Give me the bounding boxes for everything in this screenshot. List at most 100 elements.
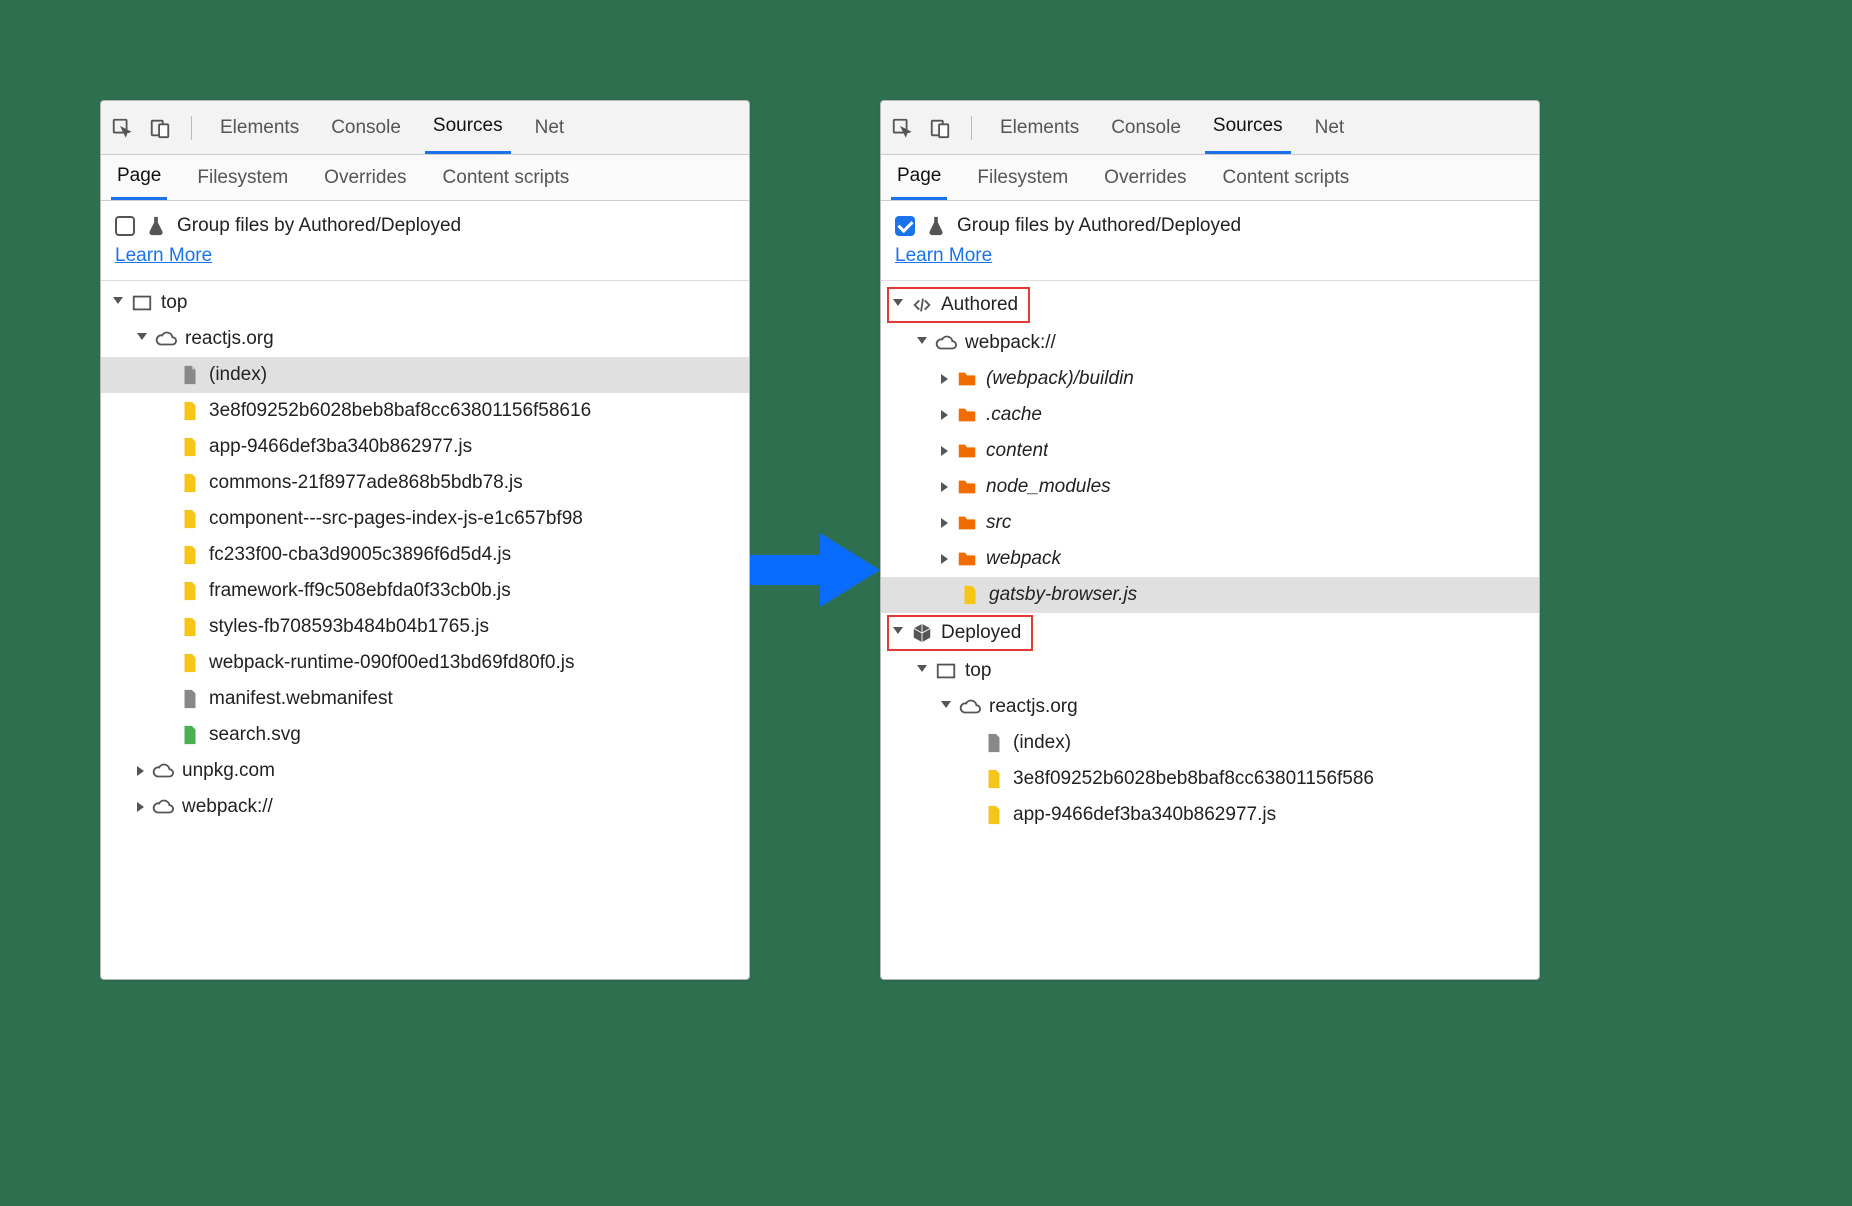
subtab-page[interactable]: Page bbox=[891, 155, 947, 200]
tree-origin-webpack[interactable]: webpack:// bbox=[101, 789, 749, 825]
divider bbox=[191, 116, 192, 140]
subbar: Page Filesystem Overrides Content script… bbox=[101, 155, 749, 201]
tree-file[interactable]: 3e8f09252b6028beb8baf8cc63801156f58616 bbox=[101, 393, 749, 429]
cloud-icon bbox=[935, 332, 957, 354]
disclosure-triangle-icon[interactable] bbox=[137, 766, 144, 776]
tree-file-index[interactable]: (index) bbox=[101, 357, 749, 393]
tree-top[interactable]: top bbox=[881, 653, 1539, 689]
tree-folder[interactable]: (webpack)/buildin bbox=[881, 361, 1539, 397]
learn-more-link[interactable]: Learn More bbox=[115, 245, 212, 266]
tab-sources[interactable]: Sources bbox=[425, 101, 511, 154]
tree-folder[interactable]: .cache bbox=[881, 397, 1539, 433]
tree-origin-webpack[interactable]: webpack:// bbox=[881, 325, 1539, 361]
js-file-icon bbox=[179, 652, 201, 674]
tree-origin-unpkg[interactable]: unpkg.com bbox=[101, 753, 749, 789]
js-file-icon bbox=[179, 472, 201, 494]
inspect-icon[interactable] bbox=[111, 117, 133, 139]
tree-file[interactable]: 3e8f09252b6028beb8baf8cc63801156f586 bbox=[881, 761, 1539, 797]
subtab-content-scripts[interactable]: Content scripts bbox=[437, 155, 576, 200]
subtab-page[interactable]: Page bbox=[111, 155, 167, 200]
disclosure-triangle-icon[interactable] bbox=[137, 802, 144, 812]
frame-icon bbox=[131, 292, 153, 314]
authored-label[interactable]: Authored bbox=[941, 294, 1018, 316]
tab-console[interactable]: Console bbox=[1103, 101, 1189, 154]
device-toggle-icon[interactable] bbox=[149, 117, 171, 139]
tree-file[interactable]: component---src-pages-index-js-e1c657bf9… bbox=[101, 501, 749, 537]
js-file-icon bbox=[179, 544, 201, 566]
disclosure-triangle-icon[interactable] bbox=[137, 333, 147, 345]
subtab-overrides[interactable]: Overrides bbox=[318, 155, 412, 200]
tree-file[interactable]: fc233f00-cba3d9005c3896f6d5d4.js bbox=[101, 537, 749, 573]
disclosure-triangle-icon[interactable] bbox=[917, 665, 927, 677]
subtab-overrides[interactable]: Overrides bbox=[1098, 155, 1192, 200]
disclosure-triangle-icon[interactable] bbox=[941, 446, 948, 456]
disclosure-triangle-icon[interactable] bbox=[941, 374, 948, 384]
group-files-checkbox[interactable] bbox=[115, 216, 135, 236]
tab-network[interactable]: Net bbox=[527, 101, 573, 154]
disclosure-triangle-icon[interactable] bbox=[941, 410, 948, 420]
js-file-icon bbox=[983, 804, 1005, 826]
tree-file-index[interactable]: (index) bbox=[881, 725, 1539, 761]
subtab-filesystem[interactable]: Filesystem bbox=[971, 155, 1074, 200]
tab-elements[interactable]: Elements bbox=[992, 101, 1087, 154]
disclosure-triangle-icon[interactable] bbox=[917, 337, 927, 349]
tree-folder[interactable]: content bbox=[881, 433, 1539, 469]
disclosure-triangle-icon[interactable] bbox=[941, 482, 948, 492]
divider bbox=[971, 116, 972, 140]
tree-origin-reactjs[interactable]: reactjs.org bbox=[881, 689, 1539, 725]
tree-file[interactable]: styles-fb708593b484b04b1765.js bbox=[101, 609, 749, 645]
topbar: Elements Console Sources Net bbox=[101, 101, 749, 155]
tree-top[interactable]: top bbox=[101, 285, 749, 321]
disclosure-triangle-icon[interactable] bbox=[941, 518, 948, 528]
js-file-icon bbox=[179, 508, 201, 530]
tab-sources[interactable]: Sources bbox=[1205, 101, 1291, 154]
learn-more-link[interactable]: Learn More bbox=[895, 245, 992, 266]
file-tree: Authored webpack:// (webpack)/buildin .c… bbox=[881, 281, 1539, 837]
tree-file[interactable]: commons-21f8977ade868b5bdb78.js bbox=[101, 465, 749, 501]
tree-folder[interactable]: node_modules bbox=[881, 469, 1539, 505]
tree-file[interactable]: webpack-runtime-090f00ed13bd69fd80f0.js bbox=[101, 645, 749, 681]
disclosure-triangle-icon[interactable] bbox=[893, 627, 903, 639]
authored-group-highlight: Authored bbox=[887, 287, 1030, 323]
document-icon bbox=[179, 688, 201, 710]
devtools-panel-before: Elements Console Sources Net Page Filesy… bbox=[100, 100, 750, 980]
group-files-label: Group files by Authored/Deployed bbox=[957, 211, 1241, 241]
tree-folder[interactable]: webpack bbox=[881, 541, 1539, 577]
inspect-icon[interactable] bbox=[891, 117, 913, 139]
subtab-content-scripts[interactable]: Content scripts bbox=[1217, 155, 1356, 200]
tree-file[interactable]: app-9466def3ba340b862977.js bbox=[881, 797, 1539, 833]
disclosure-triangle-icon[interactable] bbox=[941, 554, 948, 564]
tree-file-gatsby[interactable]: gatsby-browser.js bbox=[881, 577, 1539, 613]
js-file-icon bbox=[179, 436, 201, 458]
code-icon bbox=[911, 294, 933, 316]
tab-console[interactable]: Console bbox=[323, 101, 409, 154]
tree-file-manifest[interactable]: manifest.webmanifest bbox=[101, 681, 749, 717]
folder-icon bbox=[956, 440, 978, 462]
cloud-icon bbox=[155, 328, 177, 350]
tree-file[interactable]: app-9466def3ba340b862977.js bbox=[101, 429, 749, 465]
group-files-checkbox[interactable] bbox=[895, 216, 915, 236]
disclosure-triangle-icon[interactable] bbox=[113, 297, 123, 309]
deployed-label[interactable]: Deployed bbox=[941, 622, 1021, 644]
image-file-icon bbox=[179, 724, 201, 746]
tree-file-svg[interactable]: search.svg bbox=[101, 717, 749, 753]
tree-folder[interactable]: src bbox=[881, 505, 1539, 541]
disclosure-triangle-icon[interactable] bbox=[941, 701, 951, 713]
tree-origin-reactjs[interactable]: reactjs.org bbox=[101, 321, 749, 357]
deployed-group-highlight: Deployed bbox=[887, 615, 1033, 651]
tree-file[interactable]: framework-ff9c508ebfda0f33cb0b.js bbox=[101, 573, 749, 609]
js-file-icon bbox=[179, 580, 201, 602]
package-icon bbox=[911, 622, 933, 644]
device-toggle-icon[interactable] bbox=[929, 117, 951, 139]
js-file-icon bbox=[179, 400, 201, 422]
document-icon bbox=[983, 732, 1005, 754]
folder-icon bbox=[956, 476, 978, 498]
option-row: Group files by Authored/Deployed Learn M… bbox=[101, 201, 749, 281]
js-file-icon bbox=[959, 584, 981, 606]
tab-network[interactable]: Net bbox=[1307, 101, 1353, 154]
topbar: Elements Console Sources Net bbox=[881, 101, 1539, 155]
subtab-filesystem[interactable]: Filesystem bbox=[191, 155, 294, 200]
tab-elements[interactable]: Elements bbox=[212, 101, 307, 154]
subbar: Page Filesystem Overrides Content script… bbox=[881, 155, 1539, 201]
disclosure-triangle-icon[interactable] bbox=[893, 299, 903, 311]
